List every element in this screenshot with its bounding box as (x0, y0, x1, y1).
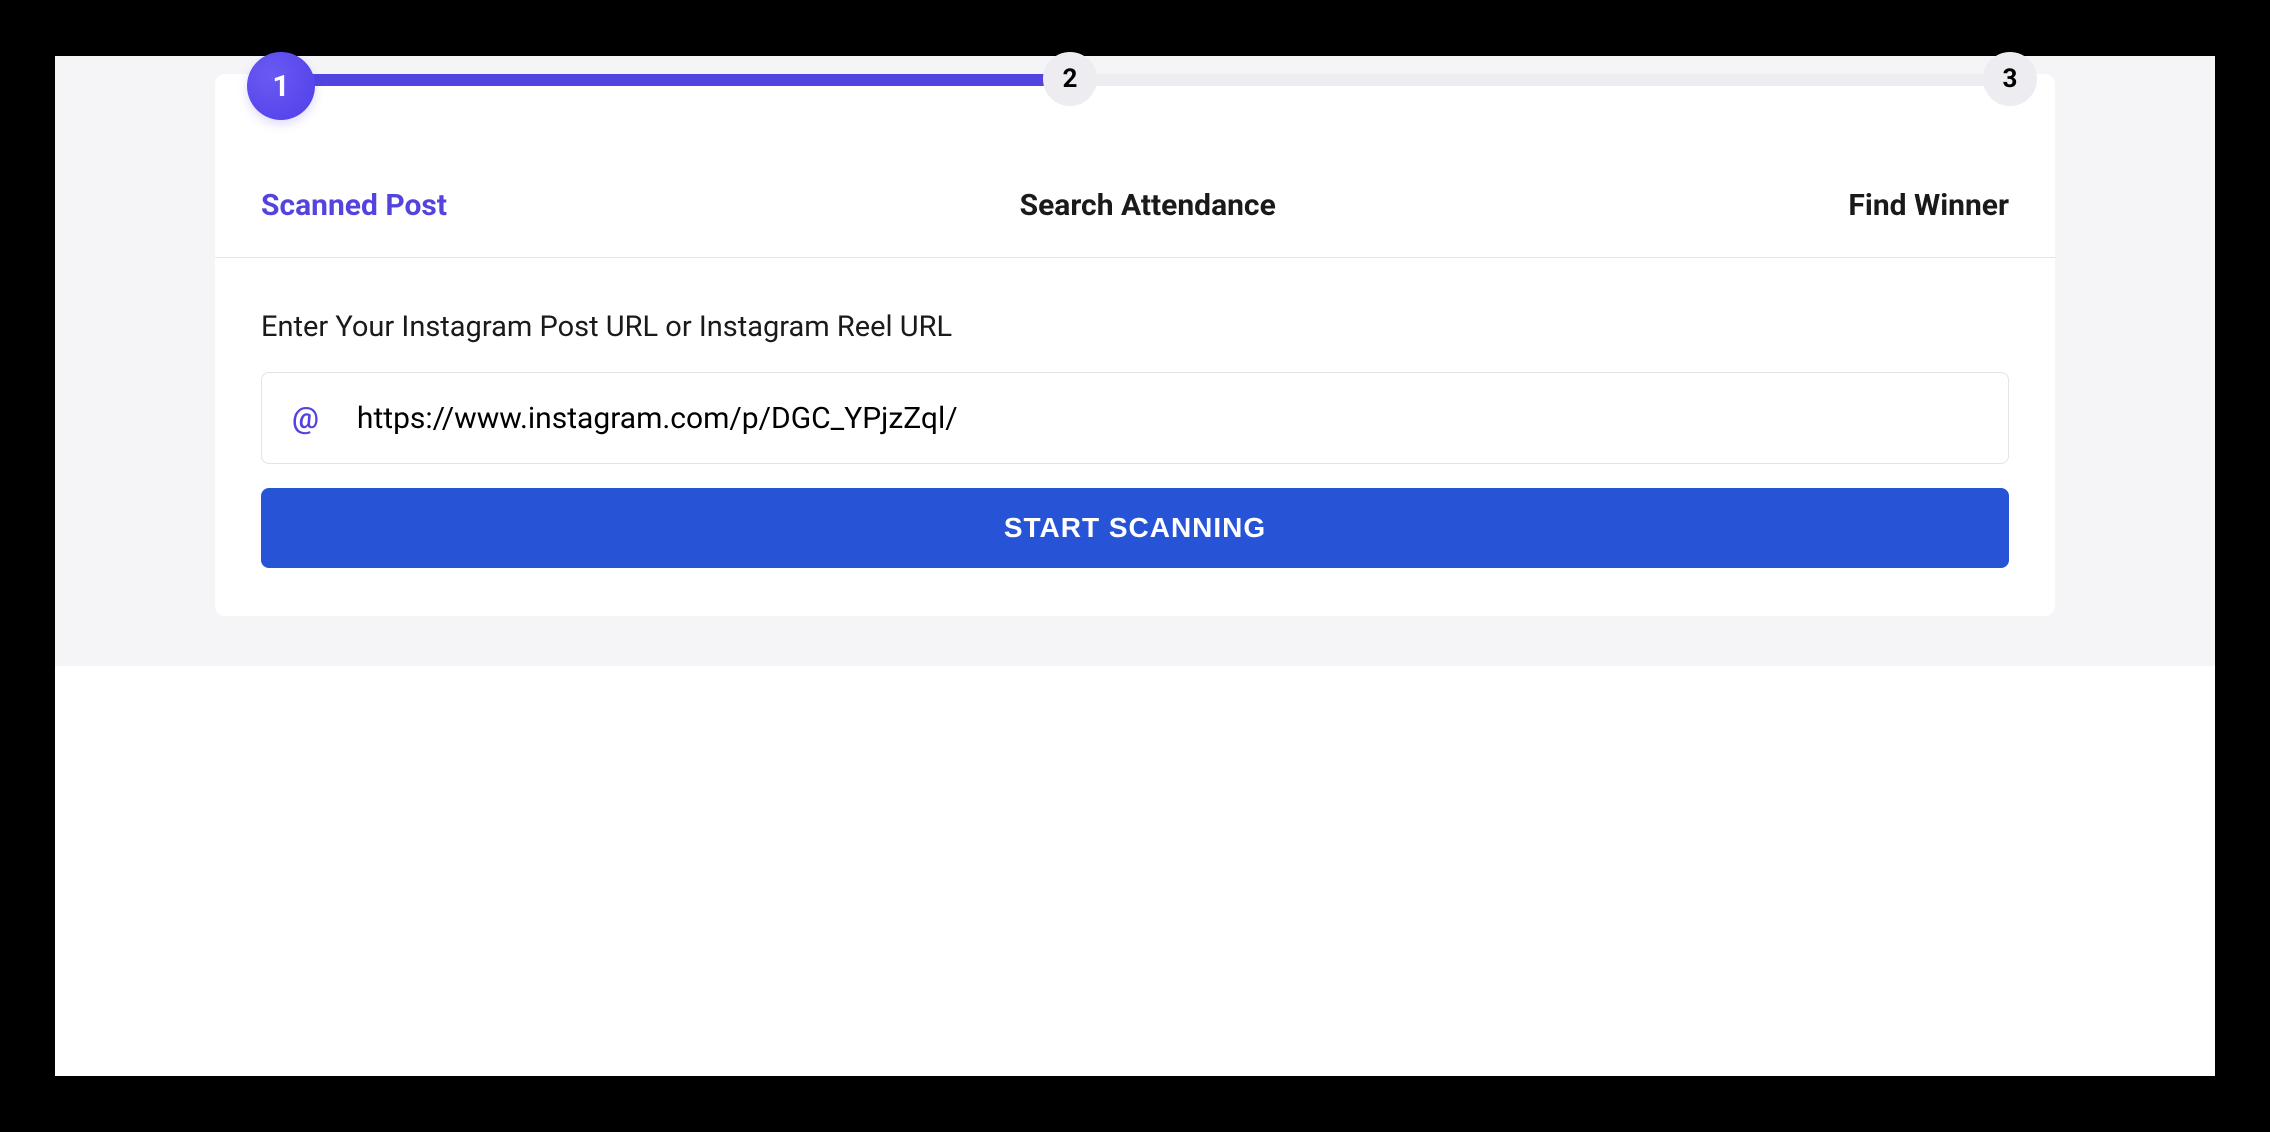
upper-section: 1 2 3 Scanned Post Search Attendance Fin… (55, 56, 2215, 666)
stepper: 1 2 3 (215, 74, 2055, 138)
progress-line-active (295, 74, 1055, 86)
app-frame: 1 2 3 Scanned Post Search Attendance Fin… (55, 56, 2215, 1076)
step-3-number: 3 (2003, 64, 2018, 94)
progress-line-inactive (1085, 74, 1993, 86)
url-input-wrap[interactable]: @ (261, 372, 2009, 464)
step-2-circle[interactable]: 2 (1043, 52, 1097, 106)
step-1-label: Scanned Post (261, 188, 447, 223)
wizard-card: 1 2 3 Scanned Post Search Attendance Fin… (215, 74, 2055, 616)
form-instruction: Enter Your Instagram Post URL or Instagr… (261, 310, 2009, 344)
at-sign-icon: @ (292, 401, 319, 436)
step-1-circle[interactable]: 1 (247, 52, 315, 120)
step-3-circle[interactable]: 3 (1983, 52, 2037, 106)
step-labels: Scanned Post Search Attendance Find Winn… (215, 138, 2055, 257)
step-3-label: Find Winner (1848, 188, 2009, 223)
lower-section (55, 666, 2215, 1076)
spacer (215, 616, 2055, 666)
start-scanning-button[interactable]: START SCANNING (261, 488, 2009, 568)
form-area: Enter Your Instagram Post URL or Instagr… (215, 258, 2055, 616)
step-2-number: 2 (1063, 64, 1078, 94)
step-1-number: 1 (272, 69, 289, 104)
step-2-label: Search Attendance (1020, 188, 1276, 223)
url-input[interactable] (357, 401, 1978, 436)
